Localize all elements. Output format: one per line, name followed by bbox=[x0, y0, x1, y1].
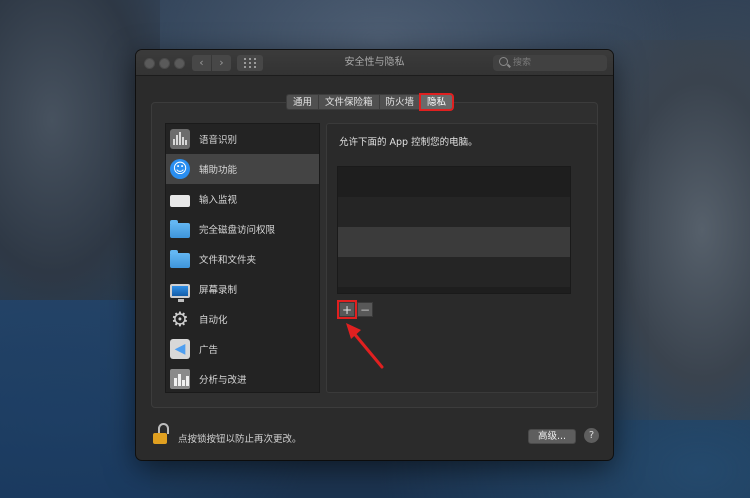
sidebar-item-label: 文件和文件夹 bbox=[199, 255, 257, 266]
help-button[interactable]: ? bbox=[584, 428, 599, 443]
sidebar-item-label: 自动化 bbox=[199, 315, 228, 326]
sidebar-item-label: 屏幕录制 bbox=[199, 285, 238, 296]
sidebar-item-screen-recording[interactable]: 屏幕录制 bbox=[166, 274, 319, 304]
search-placeholder: 搜索 bbox=[513, 58, 532, 68]
sidebar-item-accessibility[interactable]: ☺ 辅助功能 bbox=[166, 154, 319, 184]
titlebar: ‹ › 安全性与隐私 搜索 bbox=[136, 50, 613, 76]
tab-firewall[interactable]: 防火墙 bbox=[378, 94, 421, 110]
analytics-icon bbox=[170, 369, 190, 389]
sidebar-item-advertising[interactable]: ◀ 广告 bbox=[166, 334, 319, 364]
search-input[interactable]: 搜索 bbox=[493, 55, 607, 71]
keyboard-icon bbox=[170, 195, 190, 207]
sidebar-item-full-disk-access[interactable]: 完全磁盘访问权限 bbox=[166, 214, 319, 244]
sidebar-item-label: 辅助功能 bbox=[199, 165, 238, 176]
tab-filevault[interactable]: 文件保险箱 bbox=[318, 94, 379, 110]
security-privacy-window: ‹ › 安全性与隐私 搜索 通用 文件保险箱 防火墙 隐私 语音识别 ☺ 辅助功… bbox=[136, 50, 613, 460]
search-icon bbox=[499, 57, 508, 66]
advanced-button[interactable]: 高级... bbox=[528, 429, 576, 444]
sidebar-item-label: 完全磁盘访问权限 bbox=[199, 225, 276, 236]
wallpaper-sea bbox=[0, 300, 150, 498]
privacy-category-list: 语音识别 ☺ 辅助功能 输入监视 完全磁盘访问权限 文件和文件夹 屏幕录制 ⚙ … bbox=[165, 123, 320, 393]
folder-icon bbox=[170, 250, 190, 268]
list-item[interactable] bbox=[338, 227, 570, 257]
add-app-button[interactable]: + bbox=[337, 300, 357, 319]
sidebar-item-automation[interactable]: ⚙ 自动化 bbox=[166, 304, 319, 334]
sidebar-item-files-and-folders[interactable]: 文件和文件夹 bbox=[166, 244, 319, 274]
display-icon bbox=[170, 283, 190, 302]
sidebar-item-input-monitoring[interactable]: 输入监视 bbox=[166, 184, 319, 214]
sidebar-item-label: 分析与改进 bbox=[199, 375, 247, 386]
list-item[interactable] bbox=[338, 257, 570, 287]
sidebar-item-label: 输入监视 bbox=[199, 195, 238, 206]
tab-privacy[interactable]: 隐私 bbox=[419, 93, 455, 111]
app-list[interactable] bbox=[337, 166, 571, 294]
sidebar-item-analytics[interactable]: 分析与改进 bbox=[166, 364, 319, 392]
speech-recognition-icon bbox=[170, 129, 190, 149]
lock-hint-text: 点按锁按钮以防止再次更改。 bbox=[178, 434, 302, 445]
lock-button[interactable] bbox=[153, 422, 171, 444]
sidebar-item-speech-recognition[interactable]: 语音识别 bbox=[166, 124, 319, 154]
sidebar-item-label: 语音识别 bbox=[199, 135, 238, 146]
tab-bar: 通用 文件保险箱 防火墙 隐私 bbox=[286, 93, 455, 111]
accessibility-icon: ☺ bbox=[170, 159, 190, 179]
detail-description: 允许下面的 App 控制您的电脑。 bbox=[339, 137, 478, 148]
accessibility-detail-pane: 允许下面的 App 控制您的电脑。 + − bbox=[326, 123, 598, 393]
tab-general[interactable]: 通用 bbox=[286, 94, 319, 110]
gear-icon: ⚙ bbox=[171, 307, 189, 331]
list-item[interactable] bbox=[338, 287, 570, 293]
list-item[interactable] bbox=[338, 197, 570, 227]
remove-app-button[interactable]: − bbox=[357, 302, 373, 317]
sidebar-item-label: 广告 bbox=[199, 345, 219, 356]
folder-icon bbox=[170, 220, 190, 238]
list-item[interactable] bbox=[338, 167, 570, 197]
megaphone-icon: ◀ bbox=[170, 339, 190, 359]
wallpaper-mountain-right bbox=[600, 40, 750, 420]
